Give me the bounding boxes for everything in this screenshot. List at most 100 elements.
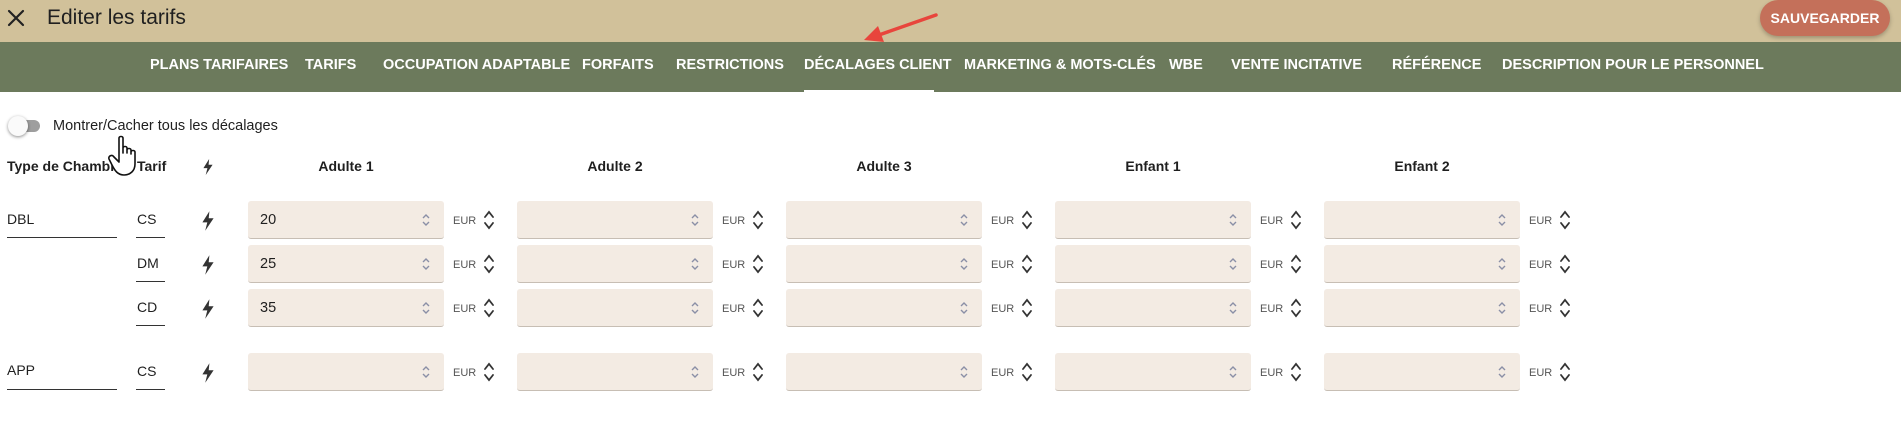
offset-input[interactable] <box>786 245 982 283</box>
sort-arrows-icon[interactable] <box>1021 297 1033 319</box>
sort-arrows-icon[interactable] <box>1559 209 1571 231</box>
tab-vente-incitative[interactable]: VENTE INCITATIVE <box>1231 42 1362 92</box>
bolt-icon[interactable] <box>198 210 218 232</box>
offset-input[interactable] <box>1324 201 1520 239</box>
spinner-icon[interactable] <box>1227 299 1239 317</box>
offset-input[interactable] <box>1324 353 1520 391</box>
spinner-icon[interactable] <box>420 363 432 381</box>
spinner-icon[interactable] <box>1496 363 1508 381</box>
currency-label: EUR <box>991 303 1015 315</box>
offset-input[interactable] <box>1324 245 1520 283</box>
offset-input[interactable]: 20 <box>248 201 444 239</box>
spinner-icon[interactable] <box>1227 211 1239 229</box>
offset-input[interactable] <box>248 353 444 391</box>
spinner-icon[interactable] <box>420 299 432 317</box>
currency-label: EUR <box>1529 367 1553 379</box>
close-icon[interactable] <box>4 6 28 30</box>
currency-label: EUR <box>1529 215 1553 227</box>
sort-arrows-icon[interactable] <box>1559 361 1571 383</box>
sort-arrows-icon[interactable] <box>752 361 764 383</box>
offset-input[interactable] <box>786 201 982 239</box>
offset-input[interactable] <box>517 289 713 327</box>
rate-underline <box>136 281 165 282</box>
offset-input[interactable] <box>786 353 982 391</box>
tab-description-personnel[interactable]: DESCRIPTION POUR LE PERSONNEL <box>1502 42 1764 92</box>
tab-tarifs[interactable]: TARIFS <box>305 42 356 92</box>
sort-arrows-icon[interactable] <box>483 209 495 231</box>
hand-cursor-icon <box>108 135 136 176</box>
sort-arrows-icon[interactable] <box>752 297 764 319</box>
tab-occupation-adaptable[interactable]: OCCUPATION ADAPTABLE <box>383 42 570 92</box>
offset-input[interactable] <box>517 353 713 391</box>
offset-input[interactable] <box>1055 289 1251 327</box>
tab-plans-tarifaires[interactable]: PLANS TARIFAIRES <box>150 42 288 92</box>
offset-input[interactable]: 25 <box>248 245 444 283</box>
spinner-icon[interactable] <box>1496 299 1508 317</box>
offset-input[interactable]: 35 <box>248 289 444 327</box>
bolt-icon[interactable] <box>198 362 218 384</box>
spinner-icon[interactable] <box>958 255 970 273</box>
currency-label: EUR <box>453 367 477 379</box>
room-type-dbl: DBL <box>7 211 35 227</box>
tab-decalages-client[interactable]: DÉCALAGES CLIENT <box>804 42 951 92</box>
offset-input[interactable] <box>1324 289 1520 327</box>
spinner-icon[interactable] <box>958 211 970 229</box>
room-type-underline <box>7 237 117 238</box>
currency-label: EUR <box>722 259 746 271</box>
sort-arrows-icon[interactable] <box>483 361 495 383</box>
sort-arrows-icon[interactable] <box>1290 209 1302 231</box>
header-adulte-2: Adulte 2 <box>587 158 643 174</box>
offset-input[interactable] <box>1055 353 1251 391</box>
offset-input[interactable] <box>517 201 713 239</box>
rate-code: CS <box>137 363 157 379</box>
currency-label: EUR <box>1260 259 1284 271</box>
currency-label: EUR <box>1529 303 1553 315</box>
tab-marketing-mots-cles[interactable]: MARKETING & MOTS-CLÉS <box>964 42 1156 92</box>
currency-label: EUR <box>722 367 746 379</box>
sort-arrows-icon[interactable] <box>1559 297 1571 319</box>
spinner-icon[interactable] <box>689 299 701 317</box>
sort-arrows-icon[interactable] <box>1021 253 1033 275</box>
spinner-icon[interactable] <box>689 211 701 229</box>
sort-arrows-icon[interactable] <box>1021 361 1033 383</box>
tab-restrictions[interactable]: RESTRICTIONS <box>676 42 784 92</box>
spinner-icon[interactable] <box>689 363 701 381</box>
sort-arrows-icon[interactable] <box>752 209 764 231</box>
currency-label: EUR <box>453 303 477 315</box>
tab-wbe[interactable]: WBE <box>1169 42 1203 92</box>
header-room-type: Type de Chambre <box>7 158 124 174</box>
offset-input[interactable] <box>786 289 982 327</box>
spinner-icon[interactable] <box>958 363 970 381</box>
sort-arrows-icon[interactable] <box>1290 297 1302 319</box>
currency-label: EUR <box>1260 215 1284 227</box>
spinner-icon[interactable] <box>1496 255 1508 273</box>
sort-arrows-icon[interactable] <box>1559 253 1571 275</box>
tab-reference[interactable]: RÉFÉRENCE <box>1392 42 1481 92</box>
offset-input[interactable] <box>1055 245 1251 283</box>
header-adulte-3: Adulte 3 <box>856 158 912 174</box>
save-button[interactable]: SAUVEGARDER <box>1760 0 1890 36</box>
tab-forfaits[interactable]: FORFAITS <box>582 42 654 92</box>
spinner-icon[interactable] <box>958 299 970 317</box>
spinner-icon[interactable] <box>1227 255 1239 273</box>
show-hide-toggle[interactable] <box>8 116 42 136</box>
spinner-icon[interactable] <box>689 255 701 273</box>
offset-input[interactable] <box>517 245 713 283</box>
bolt-icon[interactable] <box>198 254 218 276</box>
bolt-icon[interactable] <box>198 298 218 320</box>
spinner-icon[interactable] <box>1227 363 1239 381</box>
sort-arrows-icon[interactable] <box>483 297 495 319</box>
sort-arrows-icon[interactable] <box>483 253 495 275</box>
spinner-icon[interactable] <box>1496 211 1508 229</box>
header-enfant-2: Enfant 2 <box>1394 158 1450 174</box>
currency-label: EUR <box>1260 303 1284 315</box>
sort-arrows-icon[interactable] <box>1021 209 1033 231</box>
spinner-icon[interactable] <box>420 211 432 229</box>
offset-input[interactable] <box>1055 201 1251 239</box>
rate-code: CD <box>137 299 158 315</box>
sort-arrows-icon[interactable] <box>1290 253 1302 275</box>
sort-arrows-icon[interactable] <box>752 253 764 275</box>
spinner-icon[interactable] <box>420 255 432 273</box>
room-type-underline <box>7 389 117 390</box>
sort-arrows-icon[interactable] <box>1290 361 1302 383</box>
